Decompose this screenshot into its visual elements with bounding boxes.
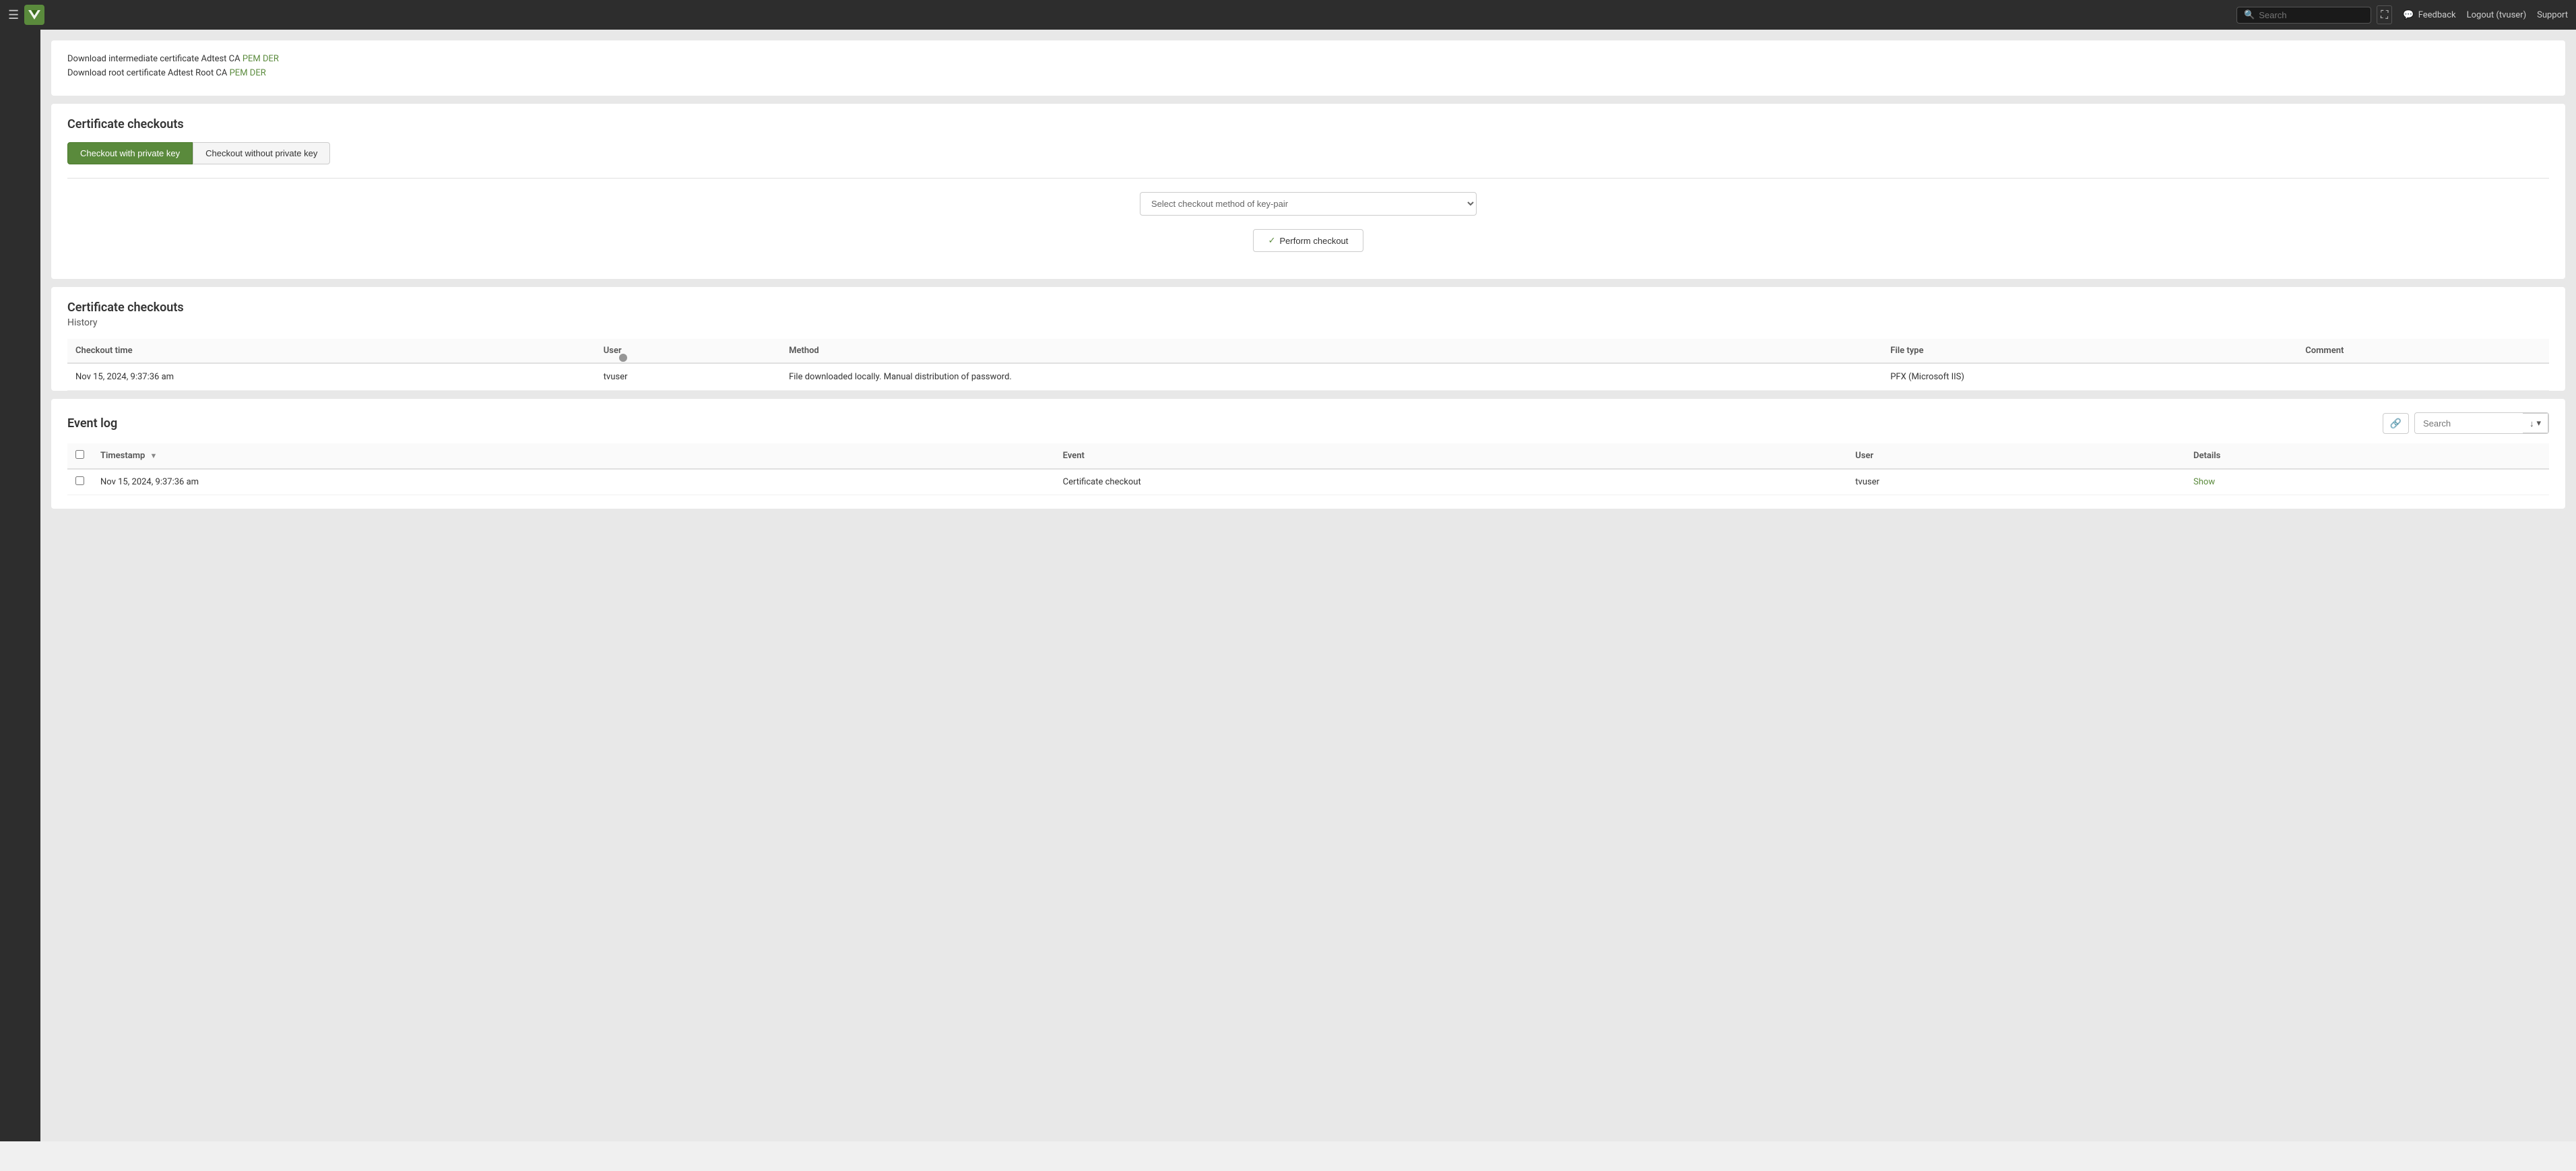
checkout-form: Select checkout method of key-pair ✓ Per… [67, 178, 2549, 265]
search-input[interactable] [2259, 10, 2364, 20]
history-table-body: Nov 15, 2024, 9:37:36 am tvuser File dow… [67, 363, 2549, 391]
event-log-header: Event log 🔗 ↓ ▾ [67, 412, 2549, 434]
perform-checkout-button[interactable]: ✓ Perform checkout [1253, 229, 1364, 252]
tab-with-private-key[interactable]: Checkout with private key [67, 142, 193, 164]
col-checkout-time: Checkout time [67, 339, 595, 363]
intermediate-cert-line: Download intermediate certificate Adtest… [67, 54, 2549, 64]
checkout-method-select[interactable]: Select checkout method of key-pair [1140, 192, 1477, 216]
checkout-method-wrapper: Select checkout method of key-pair [1140, 192, 1477, 216]
cell-checkbox[interactable] [67, 469, 92, 495]
sidebar [0, 30, 40, 1141]
history-subtitle: History [67, 317, 2549, 328]
cell-method: File downloaded locally. Manual distribu… [781, 363, 1882, 391]
cell-checkout-time: Nov 15, 2024, 9:37:36 am [67, 363, 595, 391]
search-bar: 🔍 [2236, 7, 2371, 24]
topbar-actions: 💬 Feedback Logout (tvuser) Support [2403, 10, 2568, 20]
intermediate-der-link[interactable]: DER [263, 54, 279, 64]
cell-event-user: tvuser [1847, 469, 2185, 495]
menu-icon[interactable]: ☰ [8, 8, 19, 22]
select-all-checkbox[interactable] [75, 450, 84, 459]
checkouts-card-title: Certificate checkouts [67, 117, 2549, 131]
table-row: Nov 15, 2024, 9:37:36 am Certificate che… [67, 469, 2549, 495]
root-der-link[interactable]: DER [250, 68, 266, 78]
support-link[interactable]: Support [2537, 10, 2568, 20]
event-log-header-right: 🔗 ↓ ▾ [2383, 412, 2549, 434]
cell-comment [2297, 363, 2549, 391]
topbar: ☰ 🔍 ⛶ 💬 Feedback Logout (tvuser) Support [0, 0, 2576, 30]
col-method: Method [781, 339, 1882, 363]
feedback-link[interactable]: 💬 Feedback [2403, 10, 2455, 20]
cell-user: tvuser [595, 363, 781, 391]
dropdown-arrow: ▾ [2536, 418, 2541, 429]
event-table: Timestamp ▼ Event User Details Nov 15, 2… [67, 443, 2549, 495]
search-icon: 🔍 [2244, 10, 2255, 20]
tab-without-private-key[interactable]: Checkout without private key [193, 142, 330, 164]
history-card: Certificate checkouts History Checkout t… [51, 287, 2565, 391]
event-log-title: Event log [67, 416, 117, 431]
col-timestamp[interactable]: Timestamp ▼ [92, 443, 1055, 469]
main-wrapper: Download intermediate certificate Adtest… [0, 30, 2576, 1141]
link-icon-button[interactable]: 🔗 [2383, 413, 2409, 434]
event-log-card: Event log 🔗 ↓ ▾ [51, 399, 2565, 509]
show-details-link[interactable]: Show [2193, 477, 2215, 487]
cell-event: Certificate checkout [1055, 469, 1848, 495]
event-search-box: ↓ ▾ [2414, 412, 2549, 434]
sort-icon: ▼ [150, 451, 158, 460]
cell-file-type: PFX (Microsoft IIS) [1882, 363, 2297, 391]
cert-downloads-section: Download intermediate certificate Adtest… [51, 40, 2565, 96]
history-card-title: Certificate checkouts [67, 300, 2549, 315]
root-cert-line: Download root certificate Adtest Root CA… [67, 68, 2549, 78]
cell-details[interactable]: Show [2185, 469, 2549, 495]
col-file-type: File type [1882, 339, 2297, 363]
event-search-input[interactable] [2415, 414, 2523, 433]
download-icon: ↓ [2530, 418, 2534, 429]
root-pem-link[interactable]: PEM [230, 68, 248, 78]
history-table-header: Checkout time User Method File type Comm… [67, 339, 2549, 363]
col-event: Event [1055, 443, 1848, 469]
logout-link[interactable]: Logout (tvuser) [2467, 10, 2526, 20]
col-select-all[interactable] [67, 443, 92, 469]
check-icon: ✓ [1268, 235, 1276, 246]
download-button[interactable]: ↓ ▾ [2523, 413, 2548, 433]
intermediate-pem-link[interactable]: PEM [243, 54, 261, 64]
col-user: User [595, 339, 781, 363]
col-details: Details [2185, 443, 2549, 469]
page-content: Download intermediate certificate Adtest… [40, 30, 2576, 1141]
expand-icon[interactable]: ⛶ [2377, 5, 2392, 24]
col-event-user: User [1847, 443, 2185, 469]
feedback-icon: 💬 [2403, 10, 2414, 20]
app-logo [24, 5, 44, 25]
cell-timestamp: Nov 15, 2024, 9:37:36 am [92, 469, 1055, 495]
event-table-header: Timestamp ▼ Event User Details [67, 443, 2549, 469]
history-table: Checkout time User Method File type Comm… [67, 339, 2549, 391]
row-checkbox[interactable] [75, 476, 84, 485]
col-comment: Comment [2297, 339, 2549, 363]
table-row: Nov 15, 2024, 9:37:36 am tvuser File dow… [67, 363, 2549, 391]
certificate-checkouts-card: Certificate checkouts Checkout with priv… [51, 104, 2565, 279]
event-table-body: Nov 15, 2024, 9:37:36 am Certificate che… [67, 469, 2549, 495]
checkout-tabs: Checkout with private key Checkout witho… [67, 142, 2549, 164]
